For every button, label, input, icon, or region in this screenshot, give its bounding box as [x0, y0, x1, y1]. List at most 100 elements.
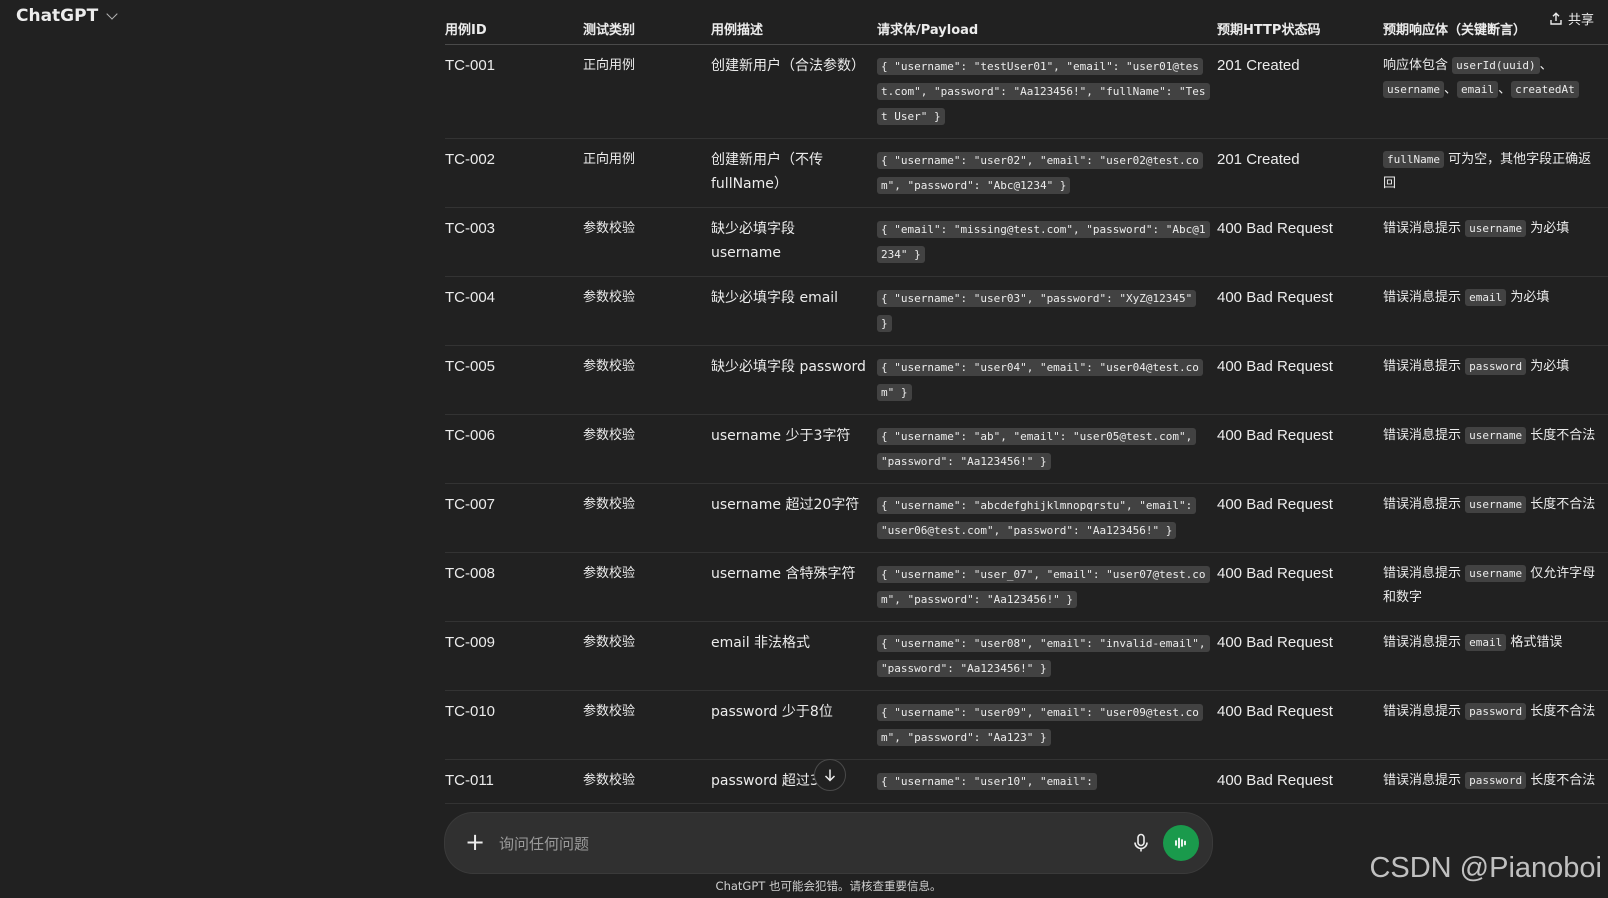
assertion-cell: 错误消息提示 username 长度不合法: [1383, 414, 1608, 484]
table-body: TC-001 正向用例 创建新用户（合法参数）{ "username": "test…: [445, 44, 1608, 804]
assertion-cell: 错误消息提示 email 格式错误: [1383, 621, 1608, 691]
test-case-table: 用例ID 测试类别 用例描述 请求体/Payload 预期HTTP状态码 预期响…: [445, 18, 1608, 804]
assertion-cell: 响应体包含 userId(uuid) 、username、 email、 create…: [1383, 44, 1608, 139]
category-cell: 参数校验: [583, 345, 711, 415]
assertion-cell: 错误消息提示 password 长度不合法: [1383, 690, 1608, 760]
voice-mode-button[interactable]: [1163, 825, 1199, 861]
assertion-code: email: [1457, 81, 1499, 98]
table-row: TC-001 正向用例 创建新用户（合法参数）{ "username": "test…: [445, 44, 1608, 139]
column-header: 测试类别: [583, 18, 711, 45]
payload-code: { "username": "user02", "email": "user02…: [877, 152, 1203, 194]
microphone-button[interactable]: [1129, 831, 1153, 855]
description-cell: username 超过20字符: [711, 483, 877, 553]
case-id-cell: TC-010: [445, 690, 583, 760]
assertion-text: 、: [1443, 82, 1457, 97]
assertion-code: password: [1465, 703, 1527, 720]
assertion-code: email: [1465, 289, 1507, 306]
assertion-text: 长度不合法: [1526, 428, 1596, 443]
assertion-code: username: [1465, 220, 1527, 237]
description-cell: username 含特殊字符: [711, 552, 877, 622]
status-code-cell: 400 Bad Request: [1217, 759, 1383, 804]
table-row: TC-011 参数校验 password 超过30位{ "username": "u…: [445, 759, 1608, 804]
plus-icon[interactable]: +: [463, 829, 487, 857]
payload-cell: { "email": "missing@test.com", "password…: [877, 207, 1217, 277]
assertion-text: 响应体包含: [1383, 58, 1453, 73]
payload-code: { "username": "user08", "email": "invali…: [877, 635, 1210, 677]
assertion-code: username: [1465, 427, 1527, 444]
assertion-text: 格式错误: [1506, 635, 1563, 650]
table-row: TC-008 参数校验 username 含特殊字符{ "username": "u…: [445, 552, 1608, 622]
model-name: ChatGPT: [16, 6, 99, 26]
table-row: TC-010 参数校验 password 少于8位{ "username": "us…: [445, 690, 1608, 760]
column-header: 用例描述: [711, 18, 877, 45]
payload-code: { "username": "user04", "email": "user04…: [877, 359, 1203, 401]
message-table: 用例ID 测试类别 用例描述 请求体/Payload 预期HTTP状态码 预期响…: [445, 18, 1608, 804]
status-code-cell: 201 Created: [1217, 44, 1383, 139]
case-id-cell: TC-009: [445, 621, 583, 691]
chat-app: ChatGPT 共享 用例ID 测试类别 用例描述 请求体/Payload 预期…: [0, 0, 1608, 898]
payload-cell: { "username": "user09", "email": "user09…: [877, 690, 1217, 760]
description-cell: 创建新用户（不传 fullName）: [711, 138, 877, 208]
description-cell: email 非法格式: [711, 621, 877, 691]
assertion-cell: 错误消息提示 password 为必填: [1383, 345, 1608, 415]
table-row: TC-006 参数校验 username 少于3字符{ "username": "a…: [445, 414, 1608, 484]
assertion-text: 错误消息提示: [1383, 704, 1466, 719]
assertion-text: 长度不合法: [1526, 497, 1596, 512]
payload-cell: { "username": "user10", "email":: [877, 759, 1217, 804]
payload-cell: { "username": "user08", "email": "invali…: [877, 621, 1217, 691]
status-code-cell: 201 Created: [1217, 138, 1383, 208]
column-header: 请求体/Payload: [877, 18, 1217, 45]
column-header: 预期响应体（关键断言）: [1383, 18, 1608, 45]
case-id-cell: TC-004: [445, 276, 583, 346]
status-code-cell: 400 Bad Request: [1217, 552, 1383, 622]
composer: +: [445, 813, 1212, 873]
assertion-text: 错误消息提示: [1383, 290, 1466, 305]
assertion-code: email: [1465, 634, 1507, 651]
table-row: TC-005 参数校验 缺少必填字段 password{ "username": "…: [445, 345, 1608, 415]
assertion-text: 错误消息提示: [1383, 359, 1466, 374]
assertion-cell: 错误消息提示 username 仅允许字母和数字: [1383, 552, 1608, 622]
status-code-cell: 400 Bad Request: [1217, 483, 1383, 553]
assertion-text: 错误消息提示: [1383, 635, 1466, 650]
description-cell: username 少于3字符: [711, 414, 877, 484]
column-header: 预期HTTP状态码: [1217, 18, 1383, 45]
assertion-text: 错误消息提示: [1383, 428, 1466, 443]
case-id-cell: TC-003: [445, 207, 583, 277]
status-code-cell: 400 Bad Request: [1217, 276, 1383, 346]
assertion-code: password: [1465, 772, 1527, 789]
payload-code: { "username": "testUser01", "email": "us…: [877, 58, 1210, 125]
assertion-cell: fullName 可为空，其他字段正确返回: [1383, 138, 1608, 208]
assertion-cell: 错误消息提示 password 长度不合法: [1383, 759, 1608, 804]
chevron-down-icon: [106, 8, 118, 20]
category-cell: 正向用例: [583, 44, 711, 139]
model-switcher[interactable]: ChatGPT: [16, 6, 118, 26]
assertion-text: 长度不合法: [1526, 704, 1596, 719]
case-id-cell: TC-002: [445, 138, 583, 208]
assertion-code: username: [1465, 496, 1527, 513]
category-cell: 参数校验: [583, 621, 711, 691]
category-cell: 参数校验: [583, 690, 711, 760]
category-cell: 参数校验: [583, 207, 711, 277]
description-cell: 创建新用户（合法参数）: [711, 44, 877, 139]
payload-code: { "username": "user09", "email": "user09…: [877, 704, 1203, 746]
description-cell: 缺少必填字段 email: [711, 276, 877, 346]
description-cell: 缺少必填字段 password: [711, 345, 877, 415]
table-row: TC-009 参数校验 email 非法格式{ "username": "user0…: [445, 621, 1608, 691]
scroll-to-bottom-button[interactable]: [814, 759, 846, 791]
assertion-text: 为必填: [1506, 290, 1550, 305]
prompt-input[interactable]: [497, 829, 1061, 859]
assertion-text: 、: [1498, 82, 1512, 97]
watermark: CSDN @Pianoboi: [1369, 852, 1602, 884]
assertion-code: createdAt: [1511, 81, 1579, 98]
case-id-cell: TC-007: [445, 483, 583, 553]
case-id-cell: TC-011: [445, 759, 583, 804]
category-cell: 正向用例: [583, 138, 711, 208]
status-code-cell: 400 Bad Request: [1217, 345, 1383, 415]
payload-cell: { "username": "abcdefghijklmnopqrstu", "…: [877, 483, 1217, 553]
assertion-cell: 错误消息提示 email 为必填: [1383, 276, 1608, 346]
case-id-cell: TC-005: [445, 345, 583, 415]
payload-code: { "username": "user10", "email":: [877, 773, 1097, 790]
assertion-text: 错误消息提示: [1383, 497, 1466, 512]
description-cell: password 少于8位: [711, 690, 877, 760]
payload-code: { "email": "missing@test.com", "password…: [877, 221, 1210, 263]
